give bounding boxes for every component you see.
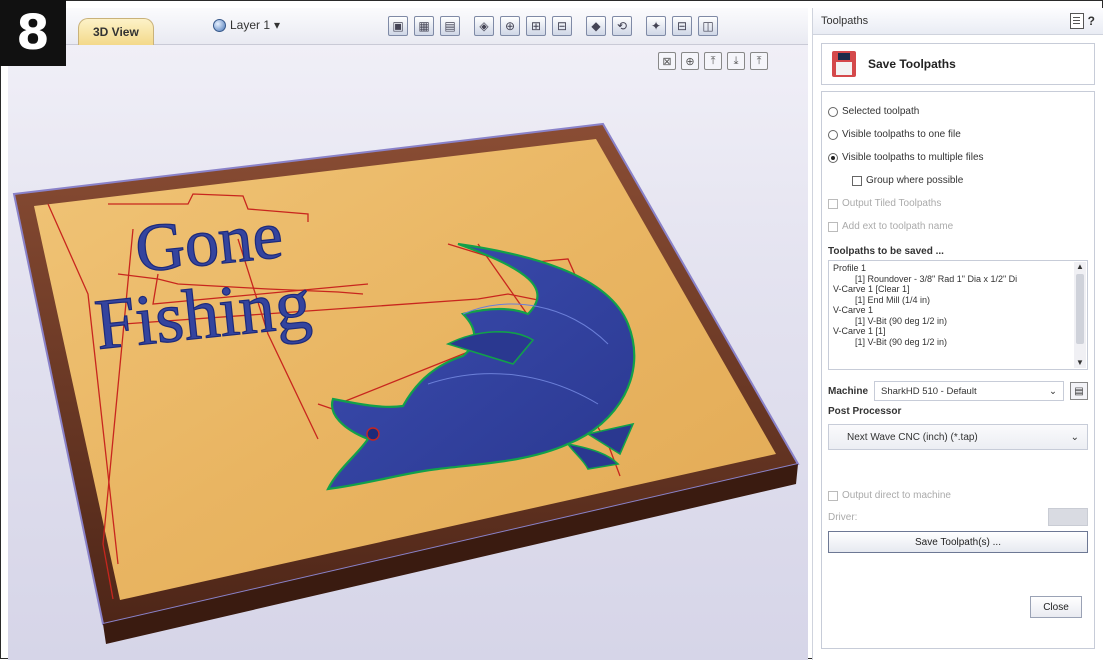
output-direct-to-machine[interactable]: Output direct to machine: [828, 484, 1088, 507]
panel-header: Toolpaths ?: [813, 8, 1103, 35]
render-icon[interactable]: ◆: [586, 16, 606, 36]
radio-selected-toolpath[interactable]: [828, 106, 838, 117]
add-ext-to-name[interactable]: Add ext to toolpath name: [828, 215, 1088, 238]
list-item: [1] End Mill (1/4 in): [855, 294, 931, 305]
zoom-icon[interactable]: ⊕: [500, 16, 520, 36]
machine-value: SharkHD 510 - Default: [881, 385, 977, 397]
list-item: [1] V-Bit (90 deg 1/2 in): [855, 336, 948, 347]
option-visible-one-file[interactable]: Visible toolpaths to one file: [828, 123, 1088, 146]
option-label: Visible toolpaths to one file: [842, 129, 961, 140]
save-disk-icon: [832, 51, 856, 77]
layer-globe-icon: [213, 18, 226, 32]
plaque-top: [34, 139, 776, 600]
option-selected-toolpath[interactable]: Selected toolpath: [828, 100, 1088, 123]
gem-icon[interactable]: ✦: [646, 16, 666, 36]
view-toolbar-icons: ▣ ▦ ▤ ◈ ⊕ ⊞ ⊟ ◆ ⟲ ✦ ⊟ ◫: [388, 16, 718, 36]
option-visible-multiple-files[interactable]: Visible toolpaths to multiple files: [828, 146, 1088, 169]
zoom-box-icon[interactable]: ⊟: [552, 16, 572, 36]
radio-visible-multiple-files[interactable]: [828, 152, 838, 163]
split-h-icon[interactable]: ⊟: [672, 16, 692, 36]
grid-icon[interactable]: ▦: [414, 16, 434, 36]
output-tiled-toolpaths[interactable]: Output Tiled Toolpaths: [828, 192, 1088, 215]
view-toolbar: 3D View Layer 1 ▾ ▣ ▦ ▤ ◈ ⊕ ⊞ ⊟ ◆ ⟲ ✦ ⊟ …: [8, 8, 808, 45]
save-toolpaths-button[interactable]: Save Toolpath(s) ...: [828, 531, 1088, 553]
post-processor-value: Next Wave CNC (inch) (*.tap): [847, 431, 978, 443]
tab-3d-view[interactable]: 3D View: [78, 18, 154, 45]
save-toolpaths-title: Save Toolpaths: [821, 43, 1095, 85]
toolpaths-panel: Toolpaths ? Save Toolpaths Selected tool…: [812, 8, 1103, 660]
output-tiled-label: Output Tiled Toolpaths: [842, 198, 942, 209]
post-processor-select[interactable]: Next Wave CNC (inch) (*.tap) ⌄: [828, 424, 1088, 450]
layer-label: Layer 1: [230, 18, 271, 32]
scroll-up-icon[interactable]: ▲: [1076, 262, 1084, 273]
list-item: [1] V-Bit (90 deg 1/2 in): [855, 315, 948, 326]
chevron-down-icon: ▾: [274, 18, 281, 32]
output-direct-label: Output direct to machine: [842, 490, 951, 501]
chevron-down-icon: ⌄: [1049, 385, 1057, 397]
close-button[interactable]: Close: [1030, 596, 1082, 618]
driver-label: Driver:: [828, 511, 858, 523]
layout-icon[interactable]: ▣: [388, 16, 408, 36]
zoom-fit-icon[interactable]: ⊞: [526, 16, 546, 36]
driver-row: Driver:: [828, 507, 1088, 527]
list-item: Profile 1: [833, 263, 867, 273]
toolpaths-list[interactable]: Profile 1 [1] Roundover - 3/8" Rad 1" Di…: [828, 260, 1088, 370]
list-item: [1] Roundover - 3/8" Rad 1" Dia x 1/2" D…: [855, 273, 1018, 284]
output-direct-checkbox[interactable]: [828, 490, 838, 501]
machine-row: Machine SharkHD 510 - Default ⌄ ▤: [828, 380, 1088, 402]
list-item: V-Carve 1 [Clear 1]: [833, 284, 910, 294]
machine-config-button[interactable]: ▤: [1070, 382, 1088, 400]
scroll-down-icon[interactable]: ▼: [1076, 358, 1084, 369]
split-v-icon[interactable]: ◫: [698, 16, 718, 36]
chevron-down-icon: ⌄: [1070, 431, 1079, 443]
toolpaths-to-be-saved-title: Toolpaths to be saved ...: [828, 246, 944, 257]
list-item: V-Carve 1 [1]: [833, 326, 886, 336]
panel-header-title: Toolpaths: [821, 15, 869, 27]
machine-label: Machine: [828, 385, 869, 397]
group-label: Group where possible: [866, 175, 964, 186]
help-icon[interactable]: ?: [1088, 14, 1095, 28]
rotate-icon[interactable]: ⟲: [612, 16, 632, 36]
plaque-3d-scene[interactable]: Gone Fishing: [8, 44, 808, 660]
step-number-badge: 8: [0, 0, 66, 66]
option-label: Selected toolpath: [842, 106, 920, 117]
scroll-thumb[interactable]: [1076, 274, 1084, 344]
option-label: Visible toolpaths to multiple files: [842, 152, 984, 163]
group-checkbox[interactable]: [852, 175, 862, 186]
list-scrollbar[interactable]: ▲ ▼: [1074, 262, 1086, 368]
radio-visible-one-file[interactable]: [828, 129, 838, 140]
group-where-possible[interactable]: Group where possible: [828, 169, 1088, 192]
tiles-icon[interactable]: ▤: [440, 16, 460, 36]
machine-select[interactable]: SharkHD 510 - Default ⌄: [874, 381, 1064, 401]
panel-title: Save Toolpaths: [868, 57, 956, 71]
add-ext-checkbox[interactable]: [828, 221, 838, 232]
driver-button[interactable]: [1048, 508, 1088, 526]
output-tiled-checkbox[interactable]: [828, 198, 838, 209]
panel-header-icons: ?: [1069, 13, 1095, 29]
post-processor-label: Post Processor: [828, 406, 902, 417]
3d-view-pane[interactable]: 3D View Layer 1 ▾ ▣ ▦ ▤ ◈ ⊕ ⊞ ⊟ ◆ ⟲ ✦ ⊟ …: [8, 8, 808, 660]
add-ext-label: Add ext to toolpath name: [842, 221, 954, 232]
document-icon[interactable]: [1069, 13, 1084, 29]
diamond-icon[interactable]: ◈: [474, 16, 494, 36]
save-options: Selected toolpath Visible toolpaths to o…: [821, 91, 1095, 649]
list-item: V-Carve 1: [833, 305, 874, 315]
layer-dropdown[interactable]: Layer 1 ▾: [213, 18, 280, 32]
